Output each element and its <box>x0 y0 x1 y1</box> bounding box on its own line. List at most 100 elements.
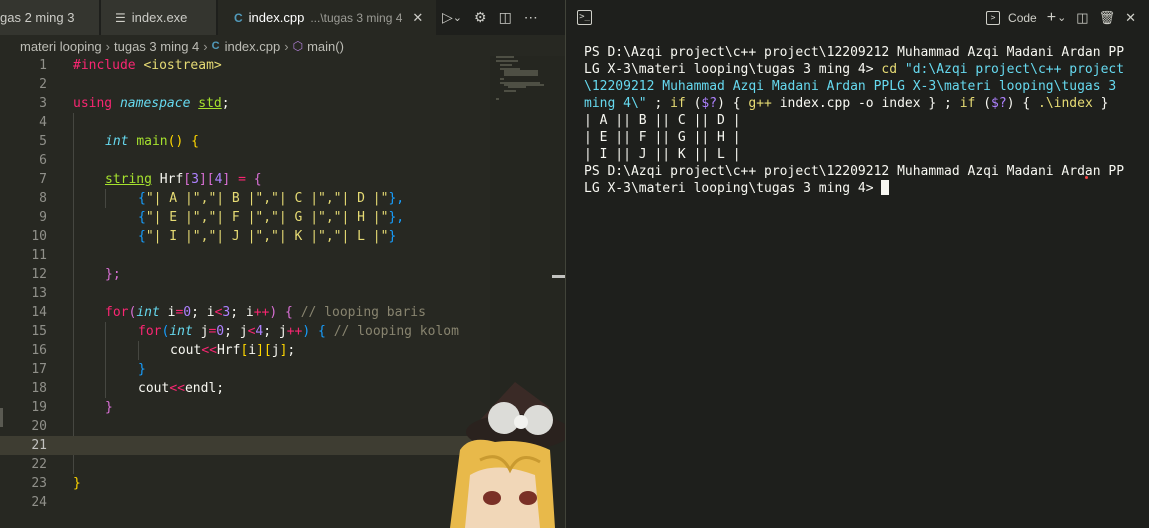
terminal-output[interactable]: PS D:\Azqi project\c++ project\12209212 … <box>584 44 1144 197</box>
string-text: ming 4\" <box>584 96 647 111</box>
terminal-line: LG X-3\materi looping\tugas 3 ming 4> <box>584 180 1144 197</box>
line-number: 21 <box>31 438 47 453</box>
background-mascot-image <box>450 382 565 528</box>
terminal-name[interactable]: Code <box>1008 11 1037 25</box>
breadcrumb-file[interactable]: index.cpp <box>225 39 281 54</box>
tab-description: ...\tugas 3 ming 4 <box>310 10 403 25</box>
code-line: 11 <box>0 246 490 265</box>
code-line: 23} <box>0 474 490 493</box>
chevron-down-icon[interactable]: ⌄ <box>1057 11 1066 24</box>
add-terminal-icon[interactable]: + <box>1047 9 1056 27</box>
terminal-icon: > <box>986 10 1001 25</box>
terminal-line: PS D:\Azqi project\c++ project\12209212 … <box>584 164 1125 179</box>
token: { <box>277 305 293 320</box>
current-line: 21 <box>0 436 490 455</box>
token: 3 <box>191 172 199 187</box>
line-number: 1 <box>39 58 47 73</box>
minimap-line <box>504 74 538 76</box>
token: } <box>388 229 397 244</box>
code-line: 7 string Hrf[3][4] = { <box>0 170 490 189</box>
chevron-right-icon: › <box>203 38 208 54</box>
token: "| A |","| B |","| C |","| D |" <box>145 191 389 206</box>
breadcrumb-folder-tugas[interactable]: tugas 3 ming 4 <box>114 39 199 54</box>
op-text: ) { <box>717 96 749 111</box>
token: { <box>191 134 199 149</box>
terminal-icon[interactable]: >_ <box>577 10 592 25</box>
token: int <box>105 134 129 149</box>
code-text: for(int i=0; i<3; i++) { // looping bari… <box>105 303 426 322</box>
breadcrumb-symbol[interactable]: main() <box>307 39 344 54</box>
terminal-cursor <box>881 180 890 195</box>
code-line: 14 for(int i=0; i<3; i++) { // looping ba… <box>0 303 490 322</box>
error-dot <box>1085 176 1088 179</box>
token: Hrf <box>216 343 241 358</box>
code-text: } <box>138 360 146 379</box>
tab-label: index.cpp <box>248 10 305 25</box>
code-line: 5 int main() { <box>0 132 490 151</box>
more-actions-icon[interactable]: ⋯ <box>524 9 538 26</box>
chevron-right-icon: › <box>284 38 289 54</box>
op-text: } <box>1092 96 1109 111</box>
trash-icon[interactable]: 🗑 <box>1099 10 1116 26</box>
code-line: 20 <box>0 417 490 436</box>
token: main <box>136 134 168 149</box>
token: 0 <box>216 324 225 339</box>
breadcrumb-folder-materi-looping[interactable]: materi looping <box>20 39 102 54</box>
terminal-line: \12209212 Muhammad Azqi Madani Ardan PPL… <box>584 79 1117 94</box>
line-number: 22 <box>31 457 47 472</box>
code-line: 13 <box>0 284 490 303</box>
code-text: {"| I |","| J |","| K |","| L |"} <box>138 227 396 246</box>
code-line: 1 #include <iostream> <box>0 56 490 75</box>
code-text: }; <box>105 265 121 284</box>
token: <iostream> <box>143 58 222 73</box>
code-line: 12}; <box>0 265 490 284</box>
token: { <box>138 210 146 225</box>
line-number: 13 <box>31 286 47 301</box>
panel-header: >_ > Code + ⌄ ◫ 🗑 ✕ <box>566 0 1149 35</box>
minimap-line <box>496 98 499 100</box>
tab-gas-2-ming-3[interactable]: gas 2 ming 3 <box>0 0 100 35</box>
code-text: } <box>73 474 81 493</box>
close-icon[interactable]: ✕ <box>1125 10 1136 26</box>
cpp-file-icon: C <box>234 10 243 25</box>
code-line: 22 <box>0 455 490 474</box>
run-icon[interactable]: ▷ <box>442 9 453 26</box>
split-terminal-icon[interactable]: ◫ <box>1076 10 1088 26</box>
code-text: #include <iostream> <box>73 56 222 75</box>
terminal-line: ming 4\" ; if ($?) { g++ index.cpp -o in… <box>584 95 1144 112</box>
line-number: 5 <box>39 134 47 149</box>
tab-label: gas 2 ming 3 <box>0 10 75 25</box>
terminal-line: | E || F || G || H | <box>584 130 741 145</box>
token: int <box>169 324 193 339</box>
token: i <box>159 305 176 320</box>
line-number: 4 <box>39 115 47 130</box>
token: = <box>230 172 254 187</box>
code-line: 16 cout<<Hrf[i][j]; <box>0 341 490 360</box>
gear-icon[interactable]: ⚙ <box>474 9 487 26</box>
token: { <box>253 172 262 187</box>
terminal-line: | A || B || C || D | <box>584 113 741 128</box>
code-line: 6 <box>0 151 490 170</box>
split-editor-icon[interactable]: ◫ <box>499 9 512 26</box>
tab-index-cpp[interactable]: C index.cpp ...\tugas 3 ming 4 ✕ <box>218 0 436 35</box>
code-line: 2 <box>0 75 490 94</box>
code-text: for(int j=0; j<4; j++) { // looping kolo… <box>138 322 459 341</box>
token: endl <box>184 381 217 396</box>
line-number: 15 <box>31 324 47 339</box>
code-line: 18 cout<<endl; <box>0 379 490 398</box>
prompt-text: LG X-3\materi looping\tugas 3 ming 4> <box>584 62 882 77</box>
token: j <box>192 324 209 339</box>
close-icon[interactable]: ✕ <box>412 10 423 26</box>
token: namespace <box>119 96 191 111</box>
token: } <box>73 476 81 491</box>
token: Hrf <box>151 172 184 187</box>
tab-index-exe[interactable]: ☰ index.exe <box>101 0 217 35</box>
method-icon: ⬡ <box>292 39 304 53</box>
minimap-line <box>500 78 504 80</box>
editor-pane: gas 2 ming 3 ☰ index.exe C index.cpp ...… <box>0 0 565 528</box>
code-line: 19} <box>0 398 490 417</box>
file-icon: ☰ <box>115 10 126 25</box>
token: [ <box>183 172 192 187</box>
line-number: 18 <box>31 381 47 396</box>
chevron-down-icon[interactable]: ⌄ <box>453 11 462 24</box>
